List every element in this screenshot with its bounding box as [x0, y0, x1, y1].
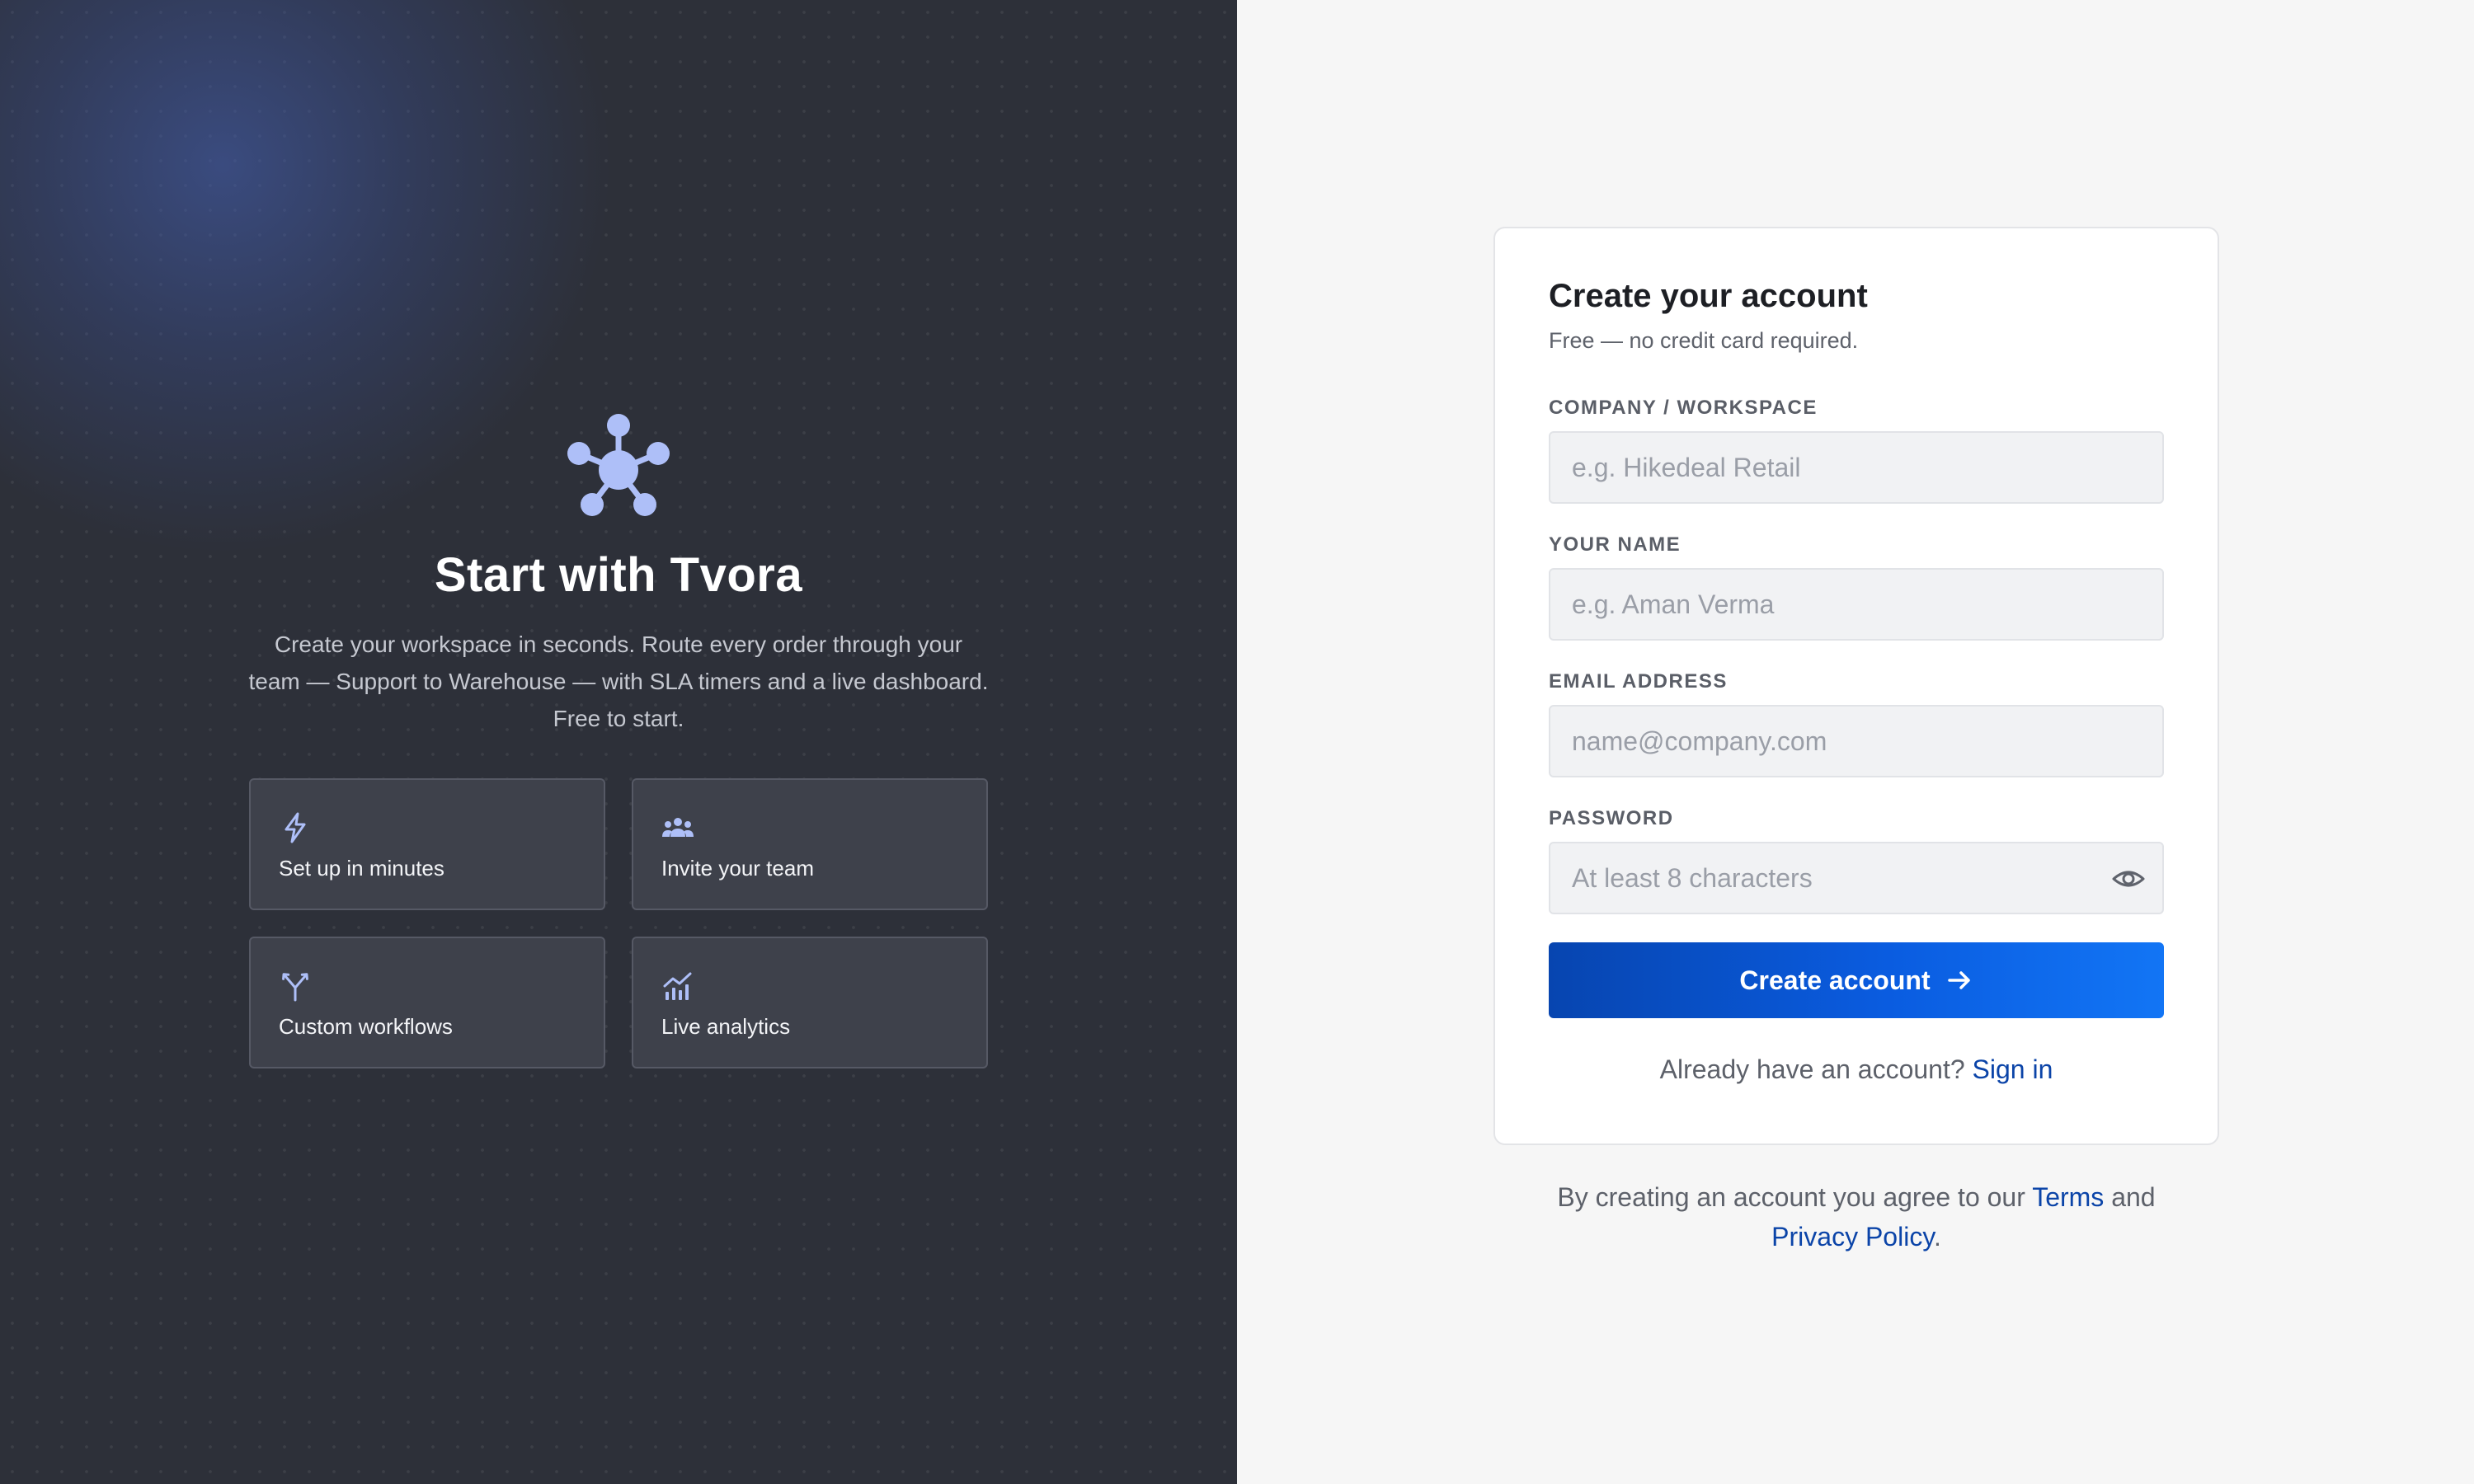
sign-in-link[interactable]: Sign in	[1973, 1054, 2053, 1084]
form-subtitle: Free — no credit card required.	[1549, 328, 1859, 353]
eye-icon[interactable]	[2111, 862, 2146, 896]
password-field-wrap	[1549, 842, 2164, 914]
signin-prompt: Already have an account?	[1659, 1054, 1965, 1084]
team-icon	[662, 818, 694, 837]
password-input[interactable]	[1549, 842, 2164, 914]
form-title: Create your account	[1549, 278, 1868, 314]
analytics-chart-icon	[663, 972, 692, 1000]
name-label: YOUR NAME	[1549, 533, 1681, 556]
feature-card-team: Invite your team	[632, 778, 988, 910]
create-account-label: Create account	[1739, 965, 1931, 995]
password-label: PASSWORD	[1549, 807, 1674, 829]
signin-row: Already have an account? Sign in	[1549, 1054, 2164, 1085]
signup-card: Create your account Free — no credit car…	[1493, 227, 2219, 1145]
company-input[interactable]	[1549, 431, 2164, 504]
email-field-wrap	[1549, 705, 2164, 777]
feature-card-setup: Set up in minutes	[249, 778, 605, 910]
terms-link[interactable]: Terms	[2032, 1182, 2104, 1212]
network-hub-icon	[567, 414, 670, 516]
name-field-wrap	[1549, 568, 2164, 641]
email-label: EMAIL ADDRESS	[1549, 670, 1728, 693]
email-input[interactable]	[1549, 705, 2164, 777]
branching-arrows-icon	[282, 973, 308, 1002]
company-label: COMPANY / WORKSPACE	[1549, 397, 1818, 419]
feature-label: Custom workflows	[279, 1014, 453, 1039]
name-input[interactable]	[1549, 568, 2164, 641]
legal-suffix: .	[1933, 1222, 1941, 1252]
feature-grid: Set up in minutes Invite your team Custo…	[249, 778, 988, 1068]
legal-notice: By creating an account you agree to our …	[1493, 1177, 2219, 1256]
brand-content: Start with Tvora Create your workspace i…	[0, 412, 1237, 1068]
lightning-bolt-icon	[285, 812, 306, 843]
company-field-wrap	[1549, 431, 2164, 504]
legal-prefix: By creating an account you agree to our	[1557, 1182, 2025, 1212]
legal-conjunction: and	[2111, 1182, 2156, 1212]
feature-label: Set up in minutes	[279, 856, 444, 881]
privacy-policy-link[interactable]: Privacy Policy	[1771, 1222, 1934, 1252]
create-account-button[interactable]: Create account	[1549, 942, 2164, 1018]
hero-description: Create your workspace in seconds. Route …	[248, 632, 989, 731]
feature-card-workflows: Custom workflows	[249, 937, 605, 1068]
signup-panel: Create your account Free — no credit car…	[1237, 0, 2474, 1484]
arrow-right-icon	[1947, 971, 1970, 989]
hero-title: Start with Tvora	[434, 548, 803, 602]
feature-label: Invite your team	[661, 856, 814, 881]
brand-panel: Start with Tvora Create your workspace i…	[0, 0, 1237, 1484]
feature-card-analytics: Live analytics	[632, 937, 988, 1068]
feature-label: Live analytics	[661, 1014, 791, 1039]
